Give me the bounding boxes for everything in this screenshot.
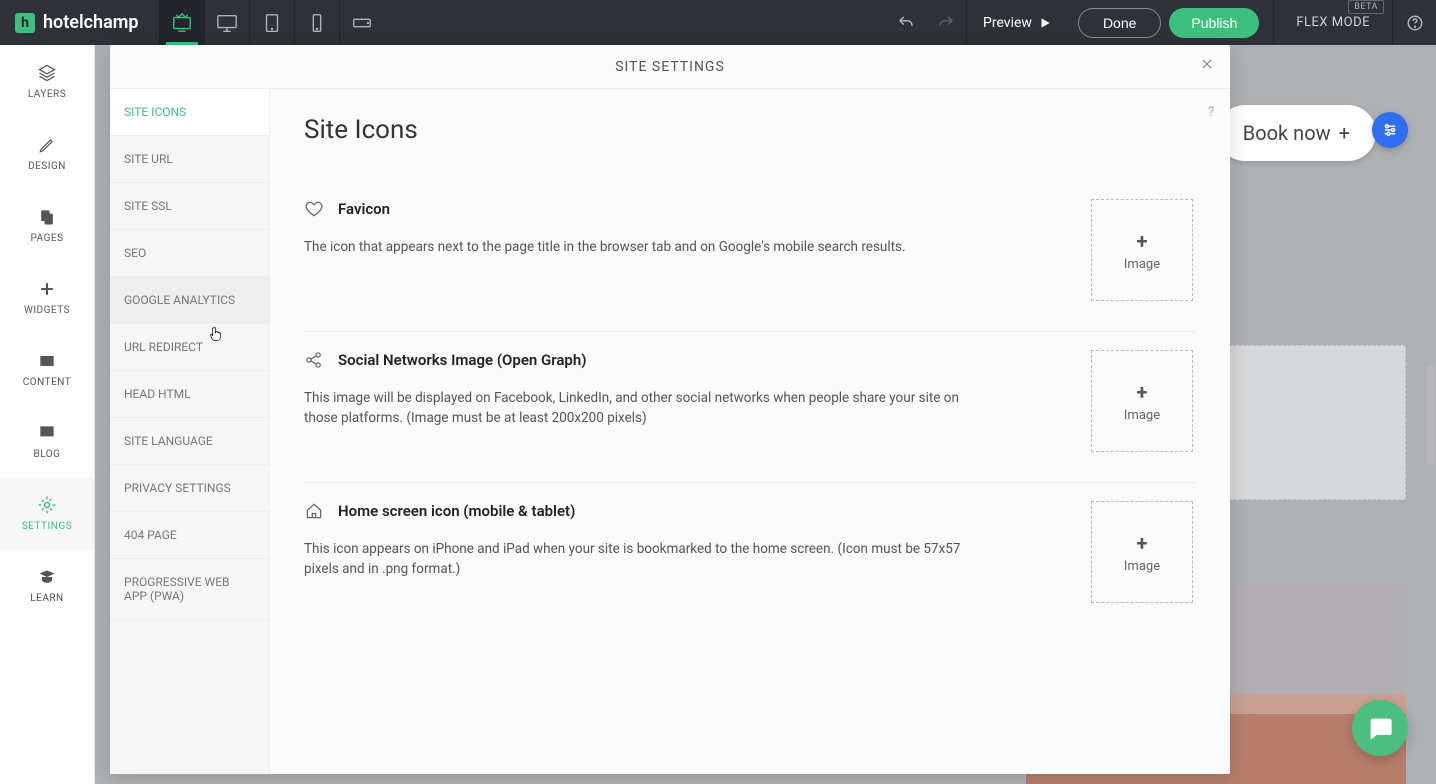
content-title: Site Icons (304, 115, 1196, 145)
section-home-screen-icon: Home screen icon (mobile & tablet) This … (304, 483, 1196, 633)
sidebar-item-widgets[interactable]: WIDGETS (0, 261, 94, 333)
left-sidebar: LAYERS DESIGN PAGES WIDGETS CONTENT BLOG… (0, 45, 95, 784)
section-description: The icon that appears next to the page t… (304, 237, 971, 257)
device-mobile-icon[interactable] (294, 0, 339, 45)
topbar: h hotelchamp Preview Done Publish (0, 0, 1436, 45)
preview-button[interactable]: Preview (966, 0, 1068, 45)
modal-nav-pwa[interactable]: PROGRESSIVE WEB APP (PWA) (110, 559, 269, 620)
modal-nav-site-url[interactable]: SITE URL (110, 136, 269, 183)
section-description: This icon appears on iPhone and iPad whe… (304, 539, 971, 580)
topbar-right: Preview Done Publish BETA FLEX MODE (886, 0, 1436, 45)
help-icon[interactable] (1392, 0, 1436, 45)
modal-content: ? Site Icons Favicon The icon that appea… (270, 89, 1230, 774)
scrollbar[interactable] (1427, 365, 1435, 465)
favicon-image-drop[interactable]: + Image (1091, 199, 1193, 301)
device-mobile-landscape-icon[interactable] (339, 0, 384, 45)
sidebar-label: DESIGN (28, 161, 66, 172)
flex-mode-label: FLEX MODE (1296, 15, 1370, 30)
sidebar-item-layers[interactable]: LAYERS (0, 45, 94, 117)
sidebar-label: LEARN (30, 593, 63, 604)
modal-nav-seo[interactable]: SEO (110, 230, 269, 277)
brand-name: hotelchamp (43, 12, 139, 33)
image-drop-label: Image (1124, 408, 1160, 423)
close-icon[interactable] (1200, 57, 1214, 75)
site-settings-modal: SITE SETTINGS SITE ICONS SITE URL SITE S… (110, 45, 1230, 774)
brand-logo-icon: h (15, 13, 35, 33)
section-title: Home screen icon (mobile & tablet) (338, 502, 575, 520)
homeicon-image-drop[interactable]: + Image (1091, 501, 1193, 603)
book-now-button[interactable]: Book now + (1217, 105, 1376, 161)
section-title: Social Networks Image (Open Graph) (338, 351, 586, 369)
sidebar-label: CONTENT (23, 377, 72, 388)
sidebar-label: WIDGETS (24, 305, 70, 316)
section-social-image: Social Networks Image (Open Graph) This … (304, 332, 1196, 483)
preview-label: Preview (983, 15, 1032, 31)
modal-title: SITE SETTINGS (615, 59, 725, 75)
modal-nav-url-redirect[interactable]: URL REDIRECT (110, 324, 269, 371)
sidebar-item-settings[interactable]: SETTINGS (0, 477, 94, 549)
flex-mode-button[interactable]: BETA FLEX MODE (1273, 0, 1392, 45)
share-icon (304, 350, 324, 370)
sidebar-item-design[interactable]: DESIGN (0, 117, 94, 189)
publish-button[interactable]: Publish (1169, 8, 1259, 38)
cursor-pointer-icon (208, 326, 224, 342)
sidebar-item-learn[interactable]: LEARN (0, 549, 94, 621)
sidebar-item-blog[interactable]: BLOG (0, 405, 94, 477)
device-desktop-crown-icon[interactable] (159, 0, 204, 45)
device-tablet-icon[interactable] (249, 0, 294, 45)
book-now-label: Book now (1243, 121, 1331, 145)
done-button[interactable]: Done (1078, 8, 1161, 38)
plus-icon: + (1137, 229, 1148, 253)
modal-nav-site-ssl[interactable]: SITE SSL (110, 183, 269, 230)
device-switcher (159, 0, 384, 45)
chat-icon[interactable] (1352, 700, 1408, 756)
device-desktop-icon[interactable] (204, 0, 249, 45)
brand[interactable]: h hotelchamp (0, 0, 159, 45)
sidebar-label: LAYERS (28, 89, 66, 100)
beta-badge: BETA (1348, 0, 1384, 14)
sidebar-label: SETTINGS (22, 521, 72, 532)
modal-nav-privacy-settings[interactable]: PRIVACY SETTINGS (110, 465, 269, 512)
canvas: Book now + SITE SETTINGS SITE ICONS SITE… (95, 45, 1436, 784)
sidebar-item-pages[interactable]: PAGES (0, 189, 94, 261)
section-title: Favicon (338, 200, 390, 218)
modal-nav-site-language[interactable]: SITE LANGUAGE (110, 418, 269, 465)
content-help-icon[interactable]: ? (1208, 105, 1214, 120)
section-favicon: Favicon The icon that appears next to th… (304, 181, 1196, 332)
modal-header: SITE SETTINGS (110, 45, 1230, 89)
sidebar-label: BLOG (34, 449, 61, 460)
sidebar-item-content[interactable]: CONTENT (0, 333, 94, 405)
plus-icon: + (1339, 121, 1350, 145)
modal-nav-site-icons[interactable]: SITE ICONS (110, 89, 269, 136)
sidebar-label: PAGES (30, 233, 63, 244)
plus-icon: + (1137, 380, 1148, 404)
redo-icon[interactable] (926, 0, 966, 45)
settings-float-icon[interactable] (1372, 112, 1408, 148)
modal-nav-head-html[interactable]: HEAD HTML (110, 371, 269, 418)
section-description: This image will be displayed on Facebook… (304, 388, 971, 429)
undo-icon[interactable] (886, 0, 926, 45)
modal-nav-404-page[interactable]: 404 PAGE (110, 512, 269, 559)
home-icon (304, 501, 324, 521)
modal-nav-google-analytics[interactable]: GOOGLE ANALYTICS (110, 277, 269, 324)
modal-nav: SITE ICONS SITE URL SITE SSL SEO GOOGLE … (110, 89, 270, 774)
social-image-drop[interactable]: + Image (1091, 350, 1193, 452)
image-drop-label: Image (1124, 257, 1160, 272)
heart-icon (304, 199, 324, 219)
image-drop-label: Image (1124, 559, 1160, 574)
plus-icon: + (1137, 531, 1148, 555)
